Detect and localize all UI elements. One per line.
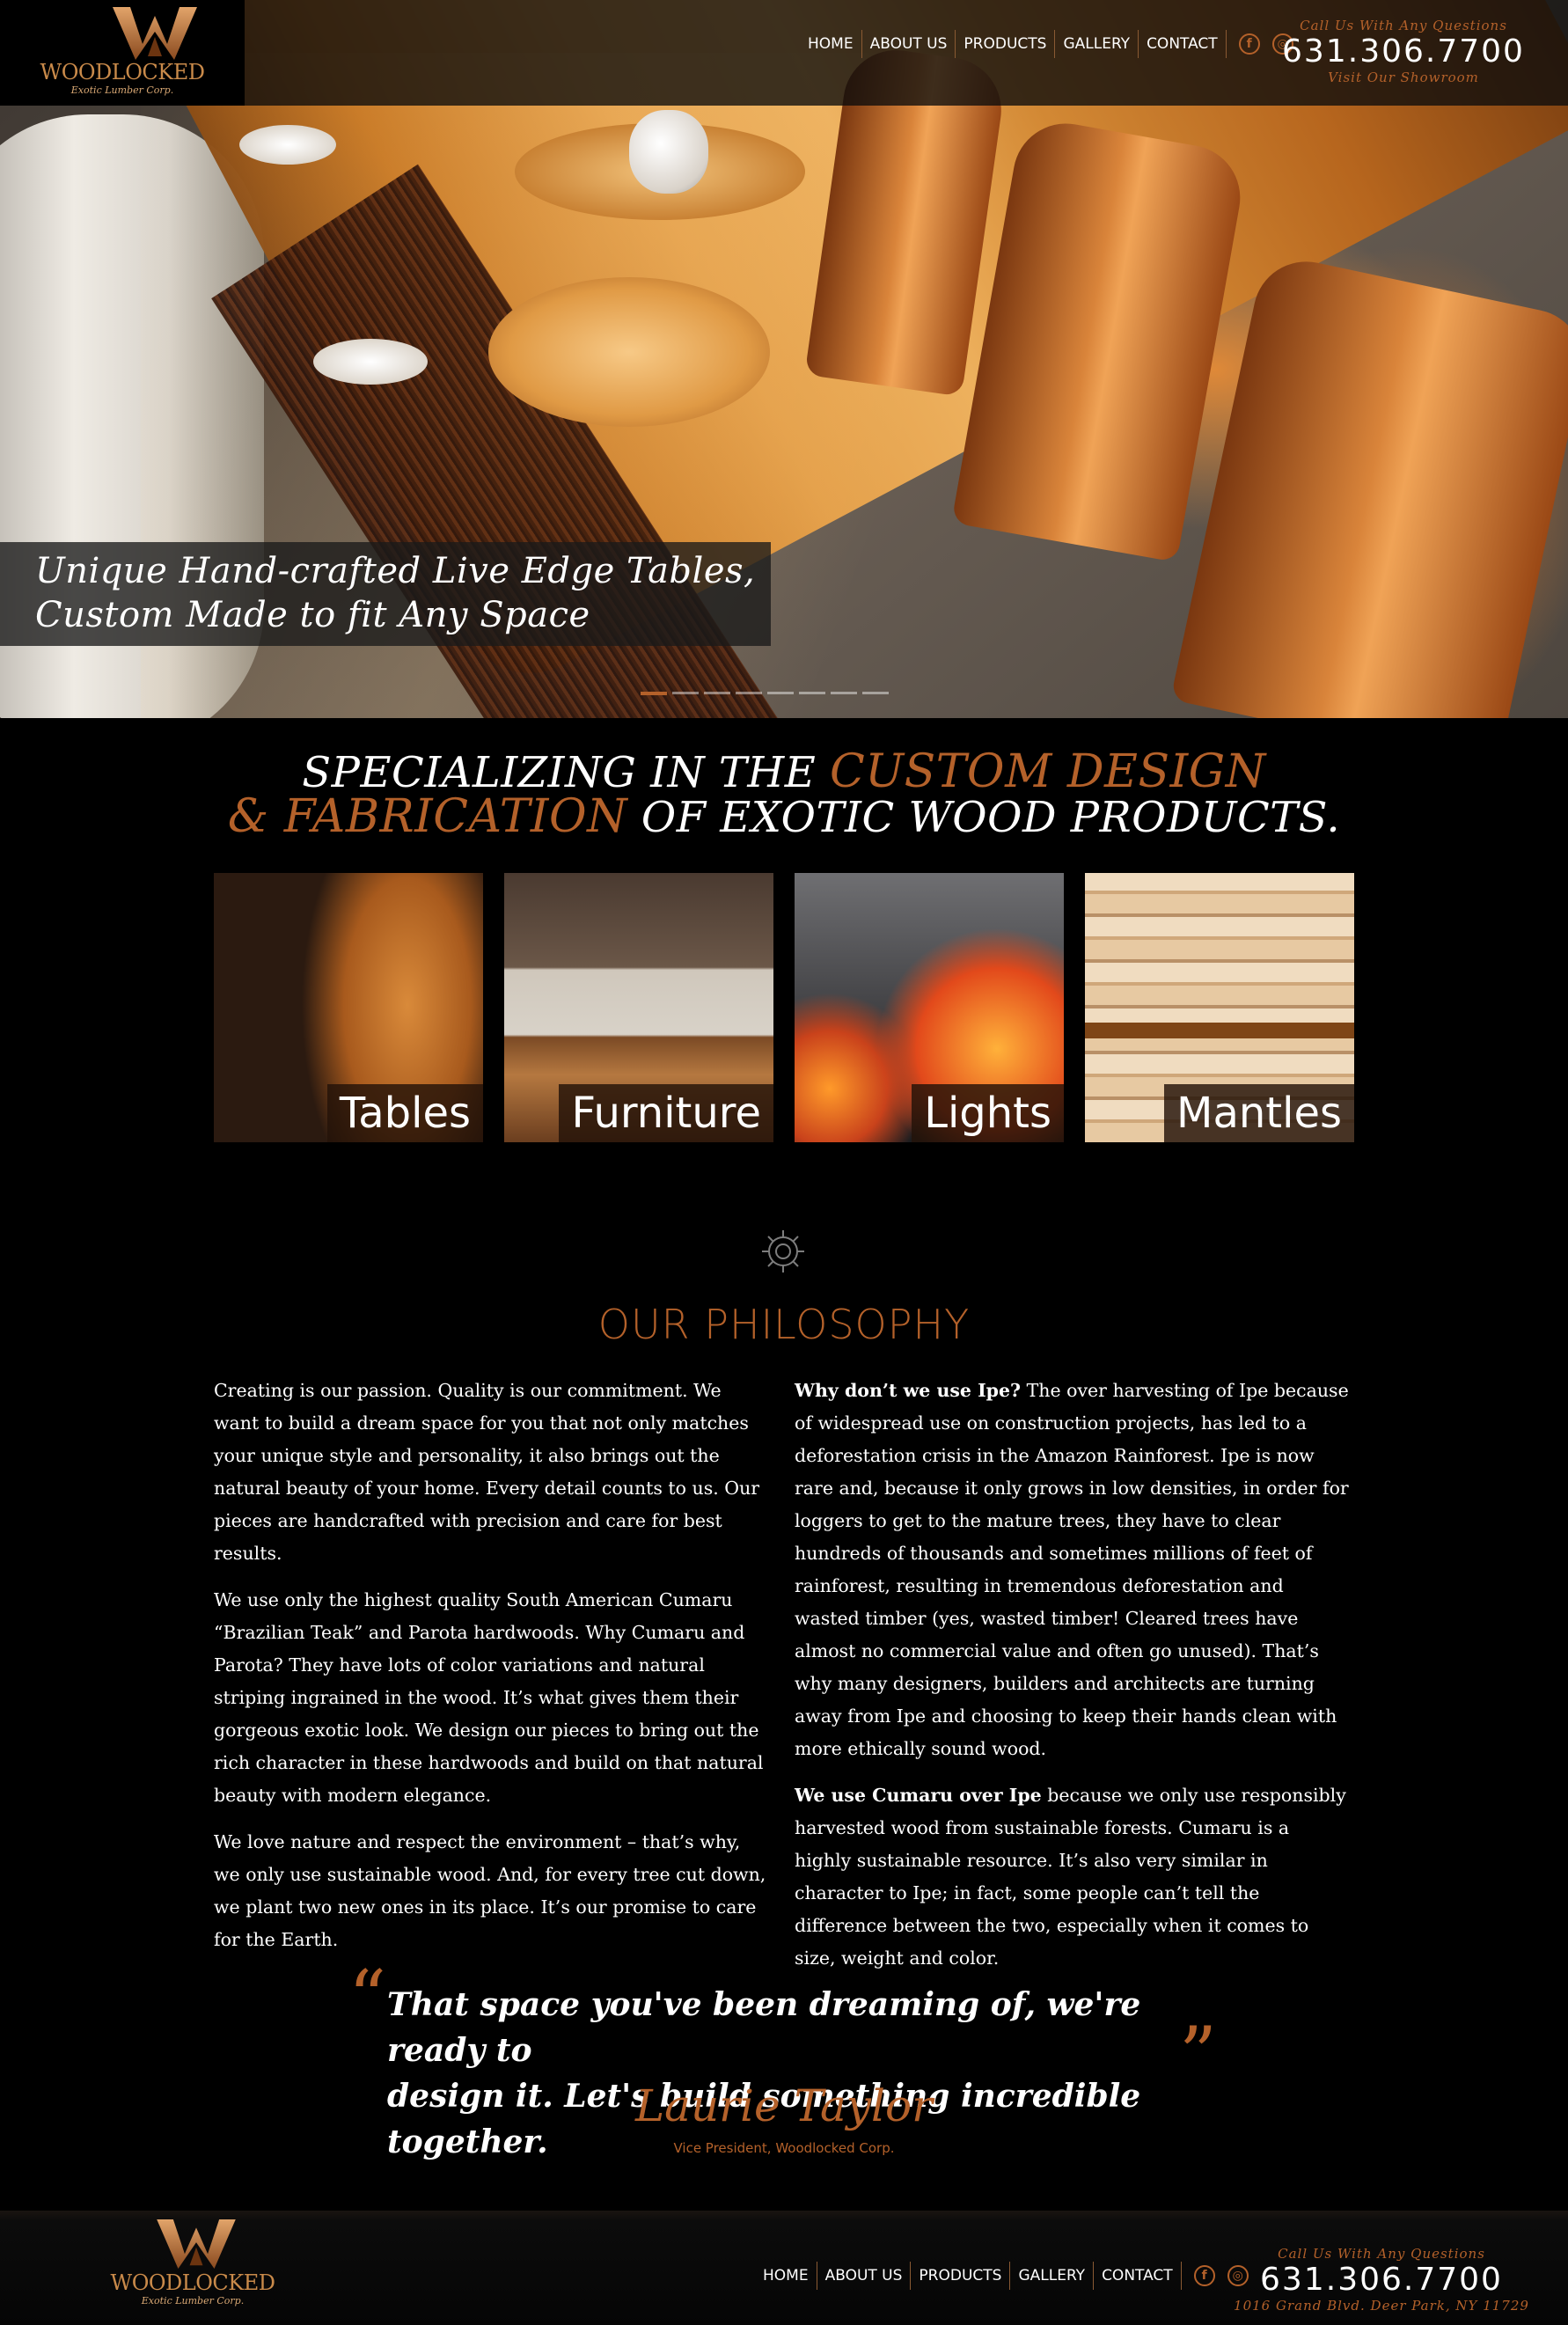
category-label: Furniture [559,1084,773,1142]
nav-gallery[interactable]: GALLERY [1010,2262,1095,2290]
main-nav: HOME ABOUT US PRODUCTS GALLERY CONTACT f… [800,30,1293,58]
logo-w-icon [113,7,197,60]
logo-name: WOODLOCKED [40,60,205,84]
nav-home[interactable]: HOME [755,2262,817,2290]
category-tile-lights[interactable]: Lights [795,873,1064,1142]
philosophy-paragraph: We use only the highest quality South Am… [214,1589,764,1806]
slider-dot[interactable] [767,692,794,694]
header-contact: Call Us With Any Questions 631.306.7700 … [1276,18,1531,85]
paragraph-lead: We use Cumaru over Ipe [795,1785,1042,1806]
paragraph-body: because we only use responsibly harveste… [795,1785,1346,1969]
philosophy-paragraph: Why don’t we use Ipe? The over harvestin… [795,1375,1351,1765]
facebook-icon[interactable]: f [1193,2265,1215,2286]
hero-teapot [629,110,708,194]
phone-number[interactable]: 631.306.7700 [1232,2262,1531,2298]
slider-dot[interactable] [862,692,889,694]
nav-about-us[interactable]: ABOUT US [817,2262,912,2290]
slider-dot[interactable] [736,692,762,694]
philosophy-paragraph: We use Cumaru over Ipe because we only u… [795,1779,1351,1975]
category-tile-mantles[interactable]: Mantles [1085,873,1354,1142]
slider-dot[interactable] [704,692,730,694]
hero-caption: Unique Hand-crafted Live Edge Tables, Cu… [0,542,771,646]
slider-dot[interactable] [831,692,857,694]
nav-contact[interactable]: CONTACT [1139,30,1227,58]
hero-caption-text: Unique Hand-crafted Live Edge Tables, Cu… [35,549,755,637]
logo[interactable]: WOODLOCKED Exotic Lumber Corp. [0,0,245,106]
slider-dot[interactable] [799,692,825,694]
nav-products[interactable]: PRODUCTS [956,30,1056,58]
hero-chair [1170,252,1568,718]
specializing-headline: SPECIALIZING IN THE CUSTOM DESIGN & FABR… [0,749,1568,842]
site-footer: WOODLOCKED Exotic Lumber Corp. HOME ABOU… [0,2211,1568,2325]
showroom-link[interactable]: Visit Our Showroom [1276,70,1531,85]
nav-gallery[interactable]: GALLERY [1055,30,1139,58]
logo-name: WOODLOCKED [110,2270,275,2295]
nav-contact[interactable]: CONTACT [1094,2262,1182,2290]
slider-dot[interactable] [641,692,667,695]
category-label: Mantles [1164,1084,1354,1142]
footer-nav: HOME ABOUT US PRODUCTS GALLERY CONTACT f… [755,2262,1249,2290]
logo-w-icon [157,2219,236,2269]
signature: Laurie Taylor [634,2080,934,2131]
showroom-address: 1016 Grand Blvd. Deer Park, NY 11729 [1234,2298,1529,2314]
signature-title: Vice President, Woodlocked Corp. [673,2140,895,2156]
hero-teacup [313,339,428,385]
logo-tagline: Exotic Lumber Corp. [141,2295,245,2307]
headline-accent2: & FABRICATION [227,790,628,843]
category-tile-furniture[interactable]: Furniture [504,873,773,1142]
category-tile-tables[interactable]: Tables [214,873,483,1142]
hero-caption-line2: Custom Made to fit Any Space [35,595,590,635]
site-header: WOODLOCKED Exotic Lumber Corp. HOME ABOU… [0,0,1568,106]
quote-line1: That space you've been dreaming of, we'r… [387,1986,1141,2069]
phone-number[interactable]: 631.306.7700 [1276,33,1531,70]
headline-part2: OF EXOTIC WOOD PRODUCTS. [627,793,1341,842]
facebook-icon[interactable]: f [1238,33,1260,55]
gear-icon [762,1230,804,1273]
philosophy-right-column: Why don’t we use Ipe? The over harvestin… [795,1375,1351,1989]
philosophy-paragraph: Creating is our passion. Quality is our … [214,1380,760,1564]
philosophy-title: OUR PHILOSOPHY [597,1301,971,1348]
contact-prompt: Call Us With Any Questions [1300,18,1507,33]
paragraph-lead: Why don’t we use Ipe? [795,1380,1022,1401]
quote-open-mark: “ [348,1955,386,2041]
footer-logo[interactable]: WOODLOCKED Exotic Lumber Corp. [35,2218,280,2314]
philosophy-paragraph: We love nature and respect the environme… [214,1831,766,1950]
contact-prompt: Call Us With Any Questions [1278,2246,1485,2262]
nav-about-us[interactable]: ABOUT US [862,30,956,58]
hero-slider: Unique Hand-crafted Live Edge Tables, Cu… [0,0,1568,718]
hero-teacup [239,125,336,165]
logo-tagline: Exotic Lumber Corp. [70,84,174,96]
slider-dot[interactable] [672,692,699,694]
philosophy-left-column: Creating is our passion. Quality is our … [214,1375,770,1970]
headline-accent1: CUSTOM DESIGN [830,745,1266,798]
hero-caption-line1: Unique Hand-crafted Live Edge Tables, [35,551,756,591]
headline-line1: SPECIALIZING IN THE CUSTOM DESIGN [0,749,1568,795]
nav-home[interactable]: HOME [800,30,862,58]
headline-line2: & FABRICATION OF EXOTIC WOOD PRODUCTS. [0,793,1568,842]
category-label: Tables [326,1084,483,1142]
hero-wood-slab [488,277,770,427]
testimonial-quote: That space you've been dreaming of, we'r… [387,1982,1197,2165]
slider-dots [641,692,957,695]
paragraph-body: The over harvesting of Ipe because of wi… [795,1380,1349,1759]
nav-products[interactable]: PRODUCTS [911,2262,1011,2290]
category-label: Lights [912,1084,1064,1142]
footer-contact: Call Us With Any Questions 631.306.7700 … [1232,2246,1531,2314]
